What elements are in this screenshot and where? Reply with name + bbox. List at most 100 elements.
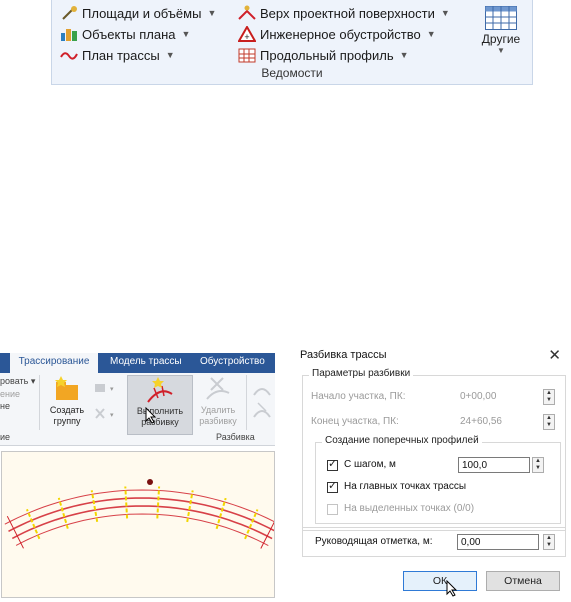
cross-section-tick [244, 509, 259, 540]
step-spinner[interactable]: ▲ ▼ [532, 457, 544, 473]
step-label: С шагом, м [344, 459, 396, 470]
tab-routing[interactable]: Трассирование [10, 353, 98, 373]
start-station-field[interactable]: 0+00,00 [457, 389, 539, 405]
civil-ribbon: Трассирование Модель трассы Обустройство… [0, 345, 275, 450]
ok-button[interactable]: ОК [403, 571, 477, 591]
chevron-down-icon: ▼ [181, 29, 191, 39]
tab-equipment[interactable]: Обустройство [200, 356, 265, 367]
guide-elevation-spinner[interactable]: ▲ ▼ [543, 534, 555, 550]
staking-panel-label: Разбивка [216, 432, 255, 442]
run-staking-button[interactable]: Выполнить разбивку [127, 375, 193, 435]
route-end-tick [6, 515, 24, 549]
params-legend: Параметры разбивки [309, 368, 414, 379]
remove-icon: ▾ [93, 407, 115, 421]
longitudinal-profile-icon [238, 47, 256, 63]
route-plan-icon [60, 47, 78, 63]
chevron-down-icon: ▼ [426, 29, 436, 39]
chevron-down-icon: ▼ [165, 50, 175, 60]
step-field[interactable]: 100,0 [458, 457, 530, 473]
chevron-down-icon: ▼ [497, 46, 505, 55]
cross-section-tick [124, 486, 129, 519]
cross-section-tick [215, 497, 227, 530]
dialog-title: Разбивка трассы [300, 349, 387, 361]
delete-staking-button[interactable]: Удалить разбивку [195, 375, 241, 433]
plan-objects-icon [60, 26, 78, 42]
drawing-canvas[interactable] [1, 451, 280, 598]
cross-profiles-legend: Создание поперечных профилей [322, 435, 482, 446]
params-group: Параметры разбивки Начало участка, ПК: 0… [302, 368, 566, 531]
chevron-down-icon: ▼ [440, 8, 450, 18]
checkmark-icon: ✓ [328, 458, 338, 470]
design-surface-top-icon [238, 5, 256, 21]
svg-text:▾: ▾ [110, 386, 114, 393]
engineering-equipment-icon: + [237, 24, 257, 42]
close-icon[interactable]: ✕ [548, 346, 561, 364]
ribbon-group-label: Ведомости [261, 66, 323, 80]
cross-section-tick [156, 486, 161, 519]
guide-elevation-group: Руководящая отметка, м: 0,00 ▲ ▼ [302, 527, 566, 557]
area-volume-icon [60, 5, 78, 21]
chevron-down-icon: ▼ [399, 50, 409, 60]
route-point-marker [147, 479, 153, 485]
design-surface-top-button[interactable]: Верх проектной поверхности ▼ [238, 3, 450, 23]
area-volume-button[interactable]: Площади и объёмы ▼ [60, 3, 216, 23]
end-station-spinner[interactable]: ▲ ▼ [543, 414, 555, 430]
start-station-label: Начало участка, ПК: [311, 391, 406, 402]
end-station-field[interactable]: 24+60,56 [457, 414, 539, 430]
selected-points-label: На выделенных точках (0/0) [344, 503, 475, 514]
route-edge-line [11, 505, 273, 540]
route-edge-line [4, 489, 280, 525]
svg-text:▾: ▾ [110, 412, 114, 419]
separator [39, 375, 40, 430]
truncated-button-label: ение [0, 389, 21, 399]
route-plan-drawing [4, 479, 280, 549]
table-icon [485, 6, 517, 30]
main-points-label: На главных точках трассы [344, 481, 467, 492]
main-points-checkbox[interactable]: ✓ [327, 480, 338, 493]
ribbon-panel: ровать ▾ ение не ие Создать группу ▾ ▾ В… [0, 373, 275, 446]
longitudinal-profile-button[interactable]: Продольный профиль ▼ [238, 45, 409, 65]
route-edge-line [8, 497, 277, 533]
step-checkbox[interactable]: ✓ [327, 458, 338, 471]
selected-points-checkbox[interactable] [327, 504, 338, 515]
cross-section-tick [186, 490, 194, 523]
folder-star-icon [44, 375, 90, 405]
cross-profiles-group: Создание поперечных профилей ✓ С шагом, … [315, 435, 561, 524]
route-plan-button[interactable]: План трассы ▼ [60, 45, 175, 65]
plan-objects-button[interactable]: Объекты плана ▼ [60, 24, 190, 44]
route-end-tick [260, 516, 278, 549]
run-staking-label: Выполнить разбивку [136, 406, 184, 427]
tab-route-model[interactable]: Модель трассы [110, 356, 182, 367]
create-group-button[interactable]: Создать группу [44, 375, 90, 433]
other-reports-label: Другие [481, 32, 521, 46]
cross-section-tick [57, 497, 69, 529]
curve-tools-icon [252, 381, 272, 421]
truncated-panel-label: ие [0, 432, 11, 442]
mouse-cursor-icon [145, 406, 157, 429]
other-reports-button[interactable]: Другие ▼ [476, 4, 526, 62]
delete-staking-label: Удалить разбивку [199, 405, 237, 426]
truncated-button-label[interactable]: не [0, 401, 10, 411]
ribbon-tab-bar: Трассирование Модель трассы Обустройство [0, 353, 275, 373]
truncated-button-label[interactable]: ровать ▾ [0, 376, 35, 387]
ribbon-reports-panel: Площади и объёмы ▼ Объекты плана ▼ План … [51, 0, 533, 85]
chevron-down-icon: ▼ [207, 8, 217, 18]
end-station-label: Конец участка, ПК: [311, 416, 399, 427]
mouse-cursor-icon [446, 579, 458, 602]
cancel-button[interactable]: Отмена [486, 571, 560, 591]
delete-staking-icon [195, 375, 241, 405]
staking-dialog: Разбивка трассы ✕ Параметры разбивки Нач… [296, 345, 571, 598]
cross-section-tick [90, 490, 99, 522]
create-group-label: Создать группу [49, 405, 85, 426]
cross-section-tick [25, 508, 41, 540]
checkmark-icon: ✓ [328, 480, 338, 492]
svg-text:+: + [244, 32, 249, 42]
start-station-spinner[interactable]: ▲ ▼ [543, 389, 555, 405]
guide-elevation-label: Руководящая отметка, м: [315, 536, 433, 547]
guide-elevation-field[interactable]: 0,00 [457, 534, 539, 550]
engineering-equipment-button[interactable]: + Инженерное обустройство ▼ [237, 24, 436, 44]
layers-icon: ▾ [93, 381, 115, 395]
separator [246, 375, 247, 430]
staking-run-icon [128, 376, 192, 406]
route-edge-line [15, 513, 269, 547]
